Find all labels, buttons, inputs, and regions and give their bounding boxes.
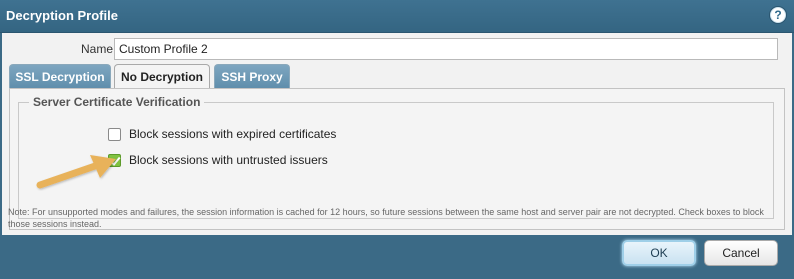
tab-ssl-decryption[interactable]: SSL Decryption [9, 64, 111, 88]
tab-no-decryption[interactable]: No Decryption [114, 64, 210, 89]
highlight-arrow-icon [36, 155, 116, 189]
untrusted-issuers-label: Block sessions with untrusted issuers [129, 153, 328, 167]
cancel-button[interactable]: Cancel [704, 240, 778, 266]
ok-button[interactable]: OK [622, 240, 696, 266]
button-bar: OK Cancel [0, 235, 794, 279]
tab-ssh-proxy[interactable]: SSH Proxy [214, 64, 290, 88]
help-icon[interactable]: ? [770, 7, 786, 23]
note-text: Note: For unsupported modes and failures… [8, 207, 764, 229]
dialog-body: Name SSL Decryption No Decryption SSH Pr… [2, 33, 792, 235]
title-bar: Decryption Profile ? [0, 0, 794, 33]
option-expired-certificates[interactable]: Block sessions with expired certificates [108, 125, 336, 143]
option-untrusted-issuers[interactable]: Block sessions with untrusted issuers [108, 151, 328, 169]
name-label: Name [81, 42, 114, 56]
tab-bar: SSL Decryption No Decryption SSH Proxy [9, 64, 789, 89]
name-row: Name [2, 37, 792, 61]
expired-certificates-checkbox[interactable] [108, 127, 121, 141]
decryption-profile-dialog: Decryption Profile ? Name SSL Decryption… [0, 0, 794, 279]
dialog-title: Decryption Profile [6, 8, 118, 23]
group-legend: Server Certificate Verification [33, 95, 201, 109]
name-input[interactable] [114, 38, 778, 60]
expired-certificates-label: Block sessions with expired certificates [129, 127, 337, 141]
